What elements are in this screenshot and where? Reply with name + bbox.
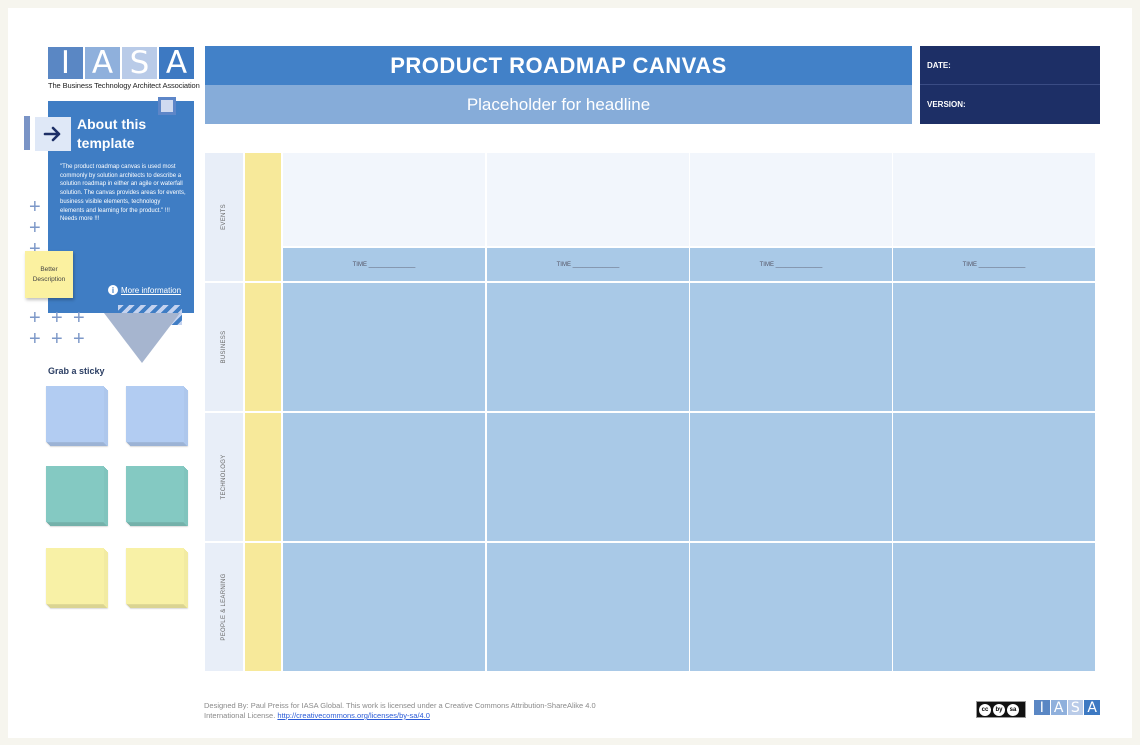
creative-commons-badge[interactable]: cc by sa <box>976 701 1026 718</box>
sticky-sheet <box>126 548 184 604</box>
row-label-people-learning: PEOPLE & LEARNING <box>205 543 243 671</box>
about-description: "The product roadmap canvas is used most… <box>60 164 186 223</box>
yellow-lane[interactable] <box>245 283 281 411</box>
sticky-pad[interactable] <box>46 466 108 526</box>
canvas-cell[interactable] <box>690 283 892 411</box>
sticky-sheet <box>46 548 104 604</box>
version-label: VERSION: <box>927 100 966 109</box>
better-description-sticky[interactable]: Better Description <box>25 251 73 298</box>
about-tab-marker <box>24 116 30 150</box>
sticky-pad[interactable] <box>46 386 108 446</box>
sticky-pad[interactable] <box>46 548 108 608</box>
cc-sa-icon: sa <box>1007 703 1019 716</box>
events-cell[interactable] <box>690 153 892 246</box>
arrow-right-icon[interactable] <box>35 117 71 151</box>
canvas-cell[interactable] <box>893 283 1095 411</box>
logo-letter: I <box>1034 700 1050 716</box>
yellow-lane[interactable] <box>245 153 281 281</box>
logo-letter: A <box>1050 700 1067 716</box>
canvas-cell[interactable] <box>893 543 1095 671</box>
about-title: About this template <box>77 116 147 151</box>
row-label-text: TECHNOLOGY <box>221 454 227 500</box>
roadmap-grid: EVENTS TIME ______________ TIME __________… <box>205 153 1095 671</box>
row-label-text: PEOPLE & LEARNING <box>221 573 227 641</box>
sticky-sheet <box>46 466 104 522</box>
yellow-lane[interactable] <box>245 543 281 671</box>
iasa-logo-small: IASA <box>1034 700 1100 718</box>
canvas-cell[interactable] <box>690 413 892 541</box>
canvas-cell[interactable] <box>283 413 485 541</box>
canvas-cell[interactable] <box>690 543 892 671</box>
row-label-business: BUSINESS <box>205 283 243 411</box>
plus-icon: + <box>29 196 41 218</box>
license-link[interactable]: http://creativecommons.org/licenses/by-s… <box>277 711 430 720</box>
version-field[interactable]: VERSION: <box>920 85 1100 124</box>
more-information-label: More information <box>121 285 182 295</box>
license-footer: Designed By: Paul Preiss for IASA Global… <box>204 701 624 721</box>
events-cell[interactable] <box>893 153 1095 246</box>
events-cell[interactable] <box>283 153 485 246</box>
headline-placeholder[interactable]: Placeholder for headline <box>205 85 912 124</box>
logo-letter: A <box>159 45 194 81</box>
plus-icon: + <box>73 328 85 350</box>
plus-icon: + <box>51 307 63 329</box>
row-label-text: BUSINESS <box>221 330 227 364</box>
triangle-decoration <box>104 313 180 363</box>
date-field[interactable]: DATE: <box>920 46 1100 85</box>
sticky-pad[interactable] <box>126 386 188 446</box>
sticky-sheet <box>126 466 184 522</box>
sticky-pad[interactable] <box>126 548 188 608</box>
plus-icon: + <box>29 217 41 239</box>
time-cell[interactable]: TIME ______________ <box>893 248 1095 281</box>
plus-icon: + <box>73 307 85 329</box>
logo-letter: A <box>1084 700 1100 716</box>
logo-tagline: The Business Technology Architect Associ… <box>48 81 200 90</box>
page-title: PRODUCT ROADMAP CANVAS <box>205 46 912 85</box>
date-label: DATE: <box>927 60 951 70</box>
logo-letter: S <box>122 45 157 81</box>
plus-icon: + <box>29 328 41 350</box>
plus-icon: + <box>29 307 41 329</box>
plus-icon: + <box>51 328 63 350</box>
row-label-events: EVENTS <box>205 153 243 281</box>
info-icon: i <box>108 285 118 295</box>
canvas-cell[interactable] <box>893 413 1095 541</box>
time-cell[interactable]: TIME ______________ <box>690 248 892 281</box>
logo-letter: A <box>85 45 120 81</box>
cc-by-icon: by <box>993 703 1005 716</box>
canvas-cell[interactable] <box>283 283 485 411</box>
canvas-cell[interactable] <box>487 283 689 411</box>
iasa-logo: IASA The Business Technology Architect A… <box>48 45 200 90</box>
sticky-pad[interactable] <box>126 466 188 526</box>
sticky-sheet <box>46 386 104 442</box>
grab-sticky-label: Grab a sticky <box>48 366 105 376</box>
cc-cc-icon: cc <box>979 703 991 716</box>
events-cell[interactable] <box>487 153 689 246</box>
canvas-cell[interactable] <box>283 543 485 671</box>
card-corner-decoration <box>158 97 176 115</box>
row-label-text: EVENTS <box>221 204 227 230</box>
canvas-cell[interactable] <box>487 543 689 671</box>
canvas-cell[interactable] <box>487 413 689 541</box>
row-label-technology: TECHNOLOGY <box>205 413 243 541</box>
yellow-lane[interactable] <box>245 413 281 541</box>
sticky-sheet <box>126 386 184 442</box>
time-cell[interactable]: TIME ______________ <box>487 248 689 281</box>
more-information-link[interactable]: i More information <box>108 285 181 295</box>
logo-letter: S <box>1067 700 1084 716</box>
logo-letter: I <box>48 45 83 81</box>
time-cell[interactable]: TIME ______________ <box>283 248 485 281</box>
